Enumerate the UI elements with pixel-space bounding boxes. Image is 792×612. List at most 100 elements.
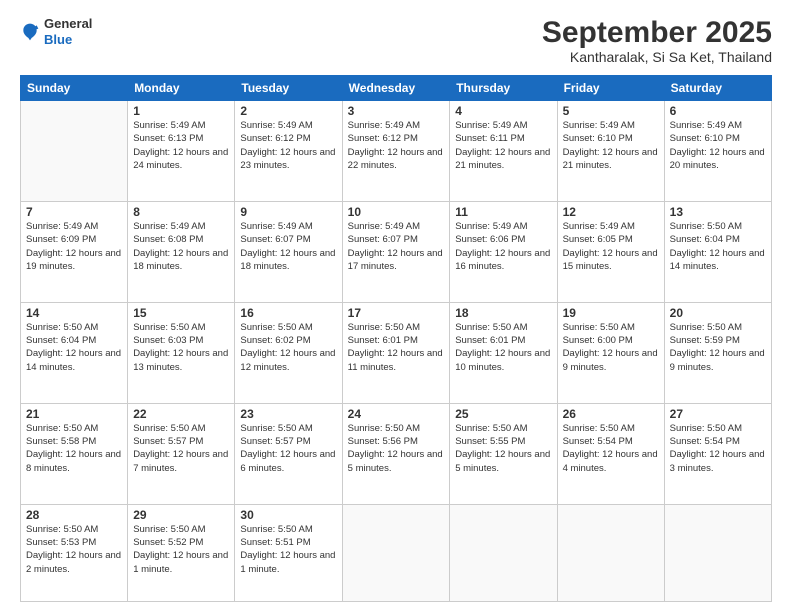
calendar-cell: 5Sunrise: 5:49 AM Sunset: 6:10 PM Daylig… [557, 101, 664, 202]
day-info: Sunrise: 5:49 AM Sunset: 6:13 PM Dayligh… [133, 119, 229, 172]
calendar-cell: 24Sunrise: 5:50 AM Sunset: 5:56 PM Dayli… [342, 403, 450, 504]
calendar-cell: 23Sunrise: 5:50 AM Sunset: 5:57 PM Dayli… [235, 403, 342, 504]
day-info: Sunrise: 5:50 AM Sunset: 6:00 PM Dayligh… [563, 321, 659, 374]
calendar-cell [342, 504, 450, 601]
week-row-1: 1Sunrise: 5:49 AM Sunset: 6:13 PM Daylig… [21, 101, 772, 202]
day-header-sunday: Sunday [21, 76, 128, 101]
calendar-cell: 17Sunrise: 5:50 AM Sunset: 6:01 PM Dayli… [342, 302, 450, 403]
day-number: 26 [563, 407, 659, 421]
day-number: 22 [133, 407, 229, 421]
day-number: 9 [240, 205, 336, 219]
day-number: 3 [348, 104, 445, 118]
day-info: Sunrise: 5:49 AM Sunset: 6:10 PM Dayligh… [563, 119, 659, 172]
day-number: 1 [133, 104, 229, 118]
day-info: Sunrise: 5:50 AM Sunset: 5:54 PM Dayligh… [563, 422, 659, 475]
calendar-cell [450, 504, 557, 601]
day-number: 18 [455, 306, 551, 320]
day-number: 10 [348, 205, 445, 219]
calendar-cell: 3Sunrise: 5:49 AM Sunset: 6:12 PM Daylig… [342, 101, 450, 202]
day-info: Sunrise: 5:49 AM Sunset: 6:12 PM Dayligh… [240, 119, 336, 172]
day-number: 2 [240, 104, 336, 118]
calendar-cell: 11Sunrise: 5:49 AM Sunset: 6:06 PM Dayli… [450, 201, 557, 302]
day-number: 19 [563, 306, 659, 320]
day-number: 8 [133, 205, 229, 219]
day-number: 12 [563, 205, 659, 219]
logo-general: General [44, 16, 92, 31]
logo-icon [20, 22, 40, 42]
day-info: Sunrise: 5:50 AM Sunset: 5:51 PM Dayligh… [240, 523, 336, 576]
day-number: 28 [26, 508, 122, 522]
day-number: 17 [348, 306, 445, 320]
day-number: 25 [455, 407, 551, 421]
day-header-saturday: Saturday [664, 76, 771, 101]
day-number: 30 [240, 508, 336, 522]
header: General Blue September 2025 Kantharalak,… [20, 16, 772, 65]
day-info: Sunrise: 5:50 AM Sunset: 5:53 PM Dayligh… [26, 523, 122, 576]
calendar-cell: 25Sunrise: 5:50 AM Sunset: 5:55 PM Dayli… [450, 403, 557, 504]
day-info: Sunrise: 5:49 AM Sunset: 6:11 PM Dayligh… [455, 119, 551, 172]
day-header-wednesday: Wednesday [342, 76, 450, 101]
day-number: 11 [455, 205, 551, 219]
calendar-cell: 15Sunrise: 5:50 AM Sunset: 6:03 PM Dayli… [128, 302, 235, 403]
day-number: 6 [670, 104, 766, 118]
calendar-table: SundayMondayTuesdayWednesdayThursdayFrid… [20, 75, 772, 602]
day-number: 14 [26, 306, 122, 320]
day-info: Sunrise: 5:50 AM Sunset: 6:04 PM Dayligh… [26, 321, 122, 374]
day-info: Sunrise: 5:49 AM Sunset: 6:08 PM Dayligh… [133, 220, 229, 273]
calendar-cell: 18Sunrise: 5:50 AM Sunset: 6:01 PM Dayli… [450, 302, 557, 403]
logo-blue: Blue [44, 32, 72, 47]
day-info: Sunrise: 5:49 AM Sunset: 6:09 PM Dayligh… [26, 220, 122, 273]
logo-text: General Blue [44, 16, 92, 47]
calendar-page: General Blue September 2025 Kantharalak,… [0, 0, 792, 612]
calendar-cell: 28Sunrise: 5:50 AM Sunset: 5:53 PM Dayli… [21, 504, 128, 601]
calendar-cell: 22Sunrise: 5:50 AM Sunset: 5:57 PM Dayli… [128, 403, 235, 504]
day-number: 29 [133, 508, 229, 522]
month-title: September 2025 [542, 16, 772, 49]
calendar-cell: 12Sunrise: 5:49 AM Sunset: 6:05 PM Dayli… [557, 201, 664, 302]
day-number: 7 [26, 205, 122, 219]
day-header-thursday: Thursday [450, 76, 557, 101]
day-info: Sunrise: 5:50 AM Sunset: 5:57 PM Dayligh… [240, 422, 336, 475]
calendar-cell: 4Sunrise: 5:49 AM Sunset: 6:11 PM Daylig… [450, 101, 557, 202]
calendar-cell: 8Sunrise: 5:49 AM Sunset: 6:08 PM Daylig… [128, 201, 235, 302]
calendar-cell: 16Sunrise: 5:50 AM Sunset: 6:02 PM Dayli… [235, 302, 342, 403]
day-number: 5 [563, 104, 659, 118]
calendar-cell: 21Sunrise: 5:50 AM Sunset: 5:58 PM Dayli… [21, 403, 128, 504]
day-info: Sunrise: 5:50 AM Sunset: 6:04 PM Dayligh… [670, 220, 766, 273]
calendar-cell: 7Sunrise: 5:49 AM Sunset: 6:09 PM Daylig… [21, 201, 128, 302]
day-info: Sunrise: 5:50 AM Sunset: 5:57 PM Dayligh… [133, 422, 229, 475]
day-info: Sunrise: 5:50 AM Sunset: 5:58 PM Dayligh… [26, 422, 122, 475]
day-info: Sunrise: 5:50 AM Sunset: 5:59 PM Dayligh… [670, 321, 766, 374]
calendar-cell: 29Sunrise: 5:50 AM Sunset: 5:52 PM Dayli… [128, 504, 235, 601]
day-info: Sunrise: 5:50 AM Sunset: 6:01 PM Dayligh… [348, 321, 445, 374]
calendar-cell [557, 504, 664, 601]
day-info: Sunrise: 5:49 AM Sunset: 6:07 PM Dayligh… [240, 220, 336, 273]
calendar-cell: 30Sunrise: 5:50 AM Sunset: 5:51 PM Dayli… [235, 504, 342, 601]
calendar-cell: 20Sunrise: 5:50 AM Sunset: 5:59 PM Dayli… [664, 302, 771, 403]
day-number: 15 [133, 306, 229, 320]
day-info: Sunrise: 5:49 AM Sunset: 6:07 PM Dayligh… [348, 220, 445, 273]
day-info: Sunrise: 5:49 AM Sunset: 6:10 PM Dayligh… [670, 119, 766, 172]
day-info: Sunrise: 5:50 AM Sunset: 5:56 PM Dayligh… [348, 422, 445, 475]
logo: General Blue [20, 16, 92, 47]
calendar-cell: 9Sunrise: 5:49 AM Sunset: 6:07 PM Daylig… [235, 201, 342, 302]
day-number: 23 [240, 407, 336, 421]
day-number: 4 [455, 104, 551, 118]
day-info: Sunrise: 5:49 AM Sunset: 6:12 PM Dayligh… [348, 119, 445, 172]
calendar-cell: 10Sunrise: 5:49 AM Sunset: 6:07 PM Dayli… [342, 201, 450, 302]
day-info: Sunrise: 5:50 AM Sunset: 5:52 PM Dayligh… [133, 523, 229, 576]
calendar-cell [664, 504, 771, 601]
week-row-2: 7Sunrise: 5:49 AM Sunset: 6:09 PM Daylig… [21, 201, 772, 302]
day-number: 24 [348, 407, 445, 421]
day-number: 20 [670, 306, 766, 320]
day-info: Sunrise: 5:50 AM Sunset: 6:01 PM Dayligh… [455, 321, 551, 374]
day-number: 13 [670, 205, 766, 219]
calendar-cell: 26Sunrise: 5:50 AM Sunset: 5:54 PM Dayli… [557, 403, 664, 504]
calendar-cell [21, 101, 128, 202]
calendar-cell: 19Sunrise: 5:50 AM Sunset: 6:00 PM Dayli… [557, 302, 664, 403]
day-header-tuesday: Tuesday [235, 76, 342, 101]
day-info: Sunrise: 5:50 AM Sunset: 6:02 PM Dayligh… [240, 321, 336, 374]
day-info: Sunrise: 5:50 AM Sunset: 5:54 PM Dayligh… [670, 422, 766, 475]
title-block: September 2025 Kantharalak, Si Sa Ket, T… [542, 16, 772, 65]
calendar-cell: 2Sunrise: 5:49 AM Sunset: 6:12 PM Daylig… [235, 101, 342, 202]
